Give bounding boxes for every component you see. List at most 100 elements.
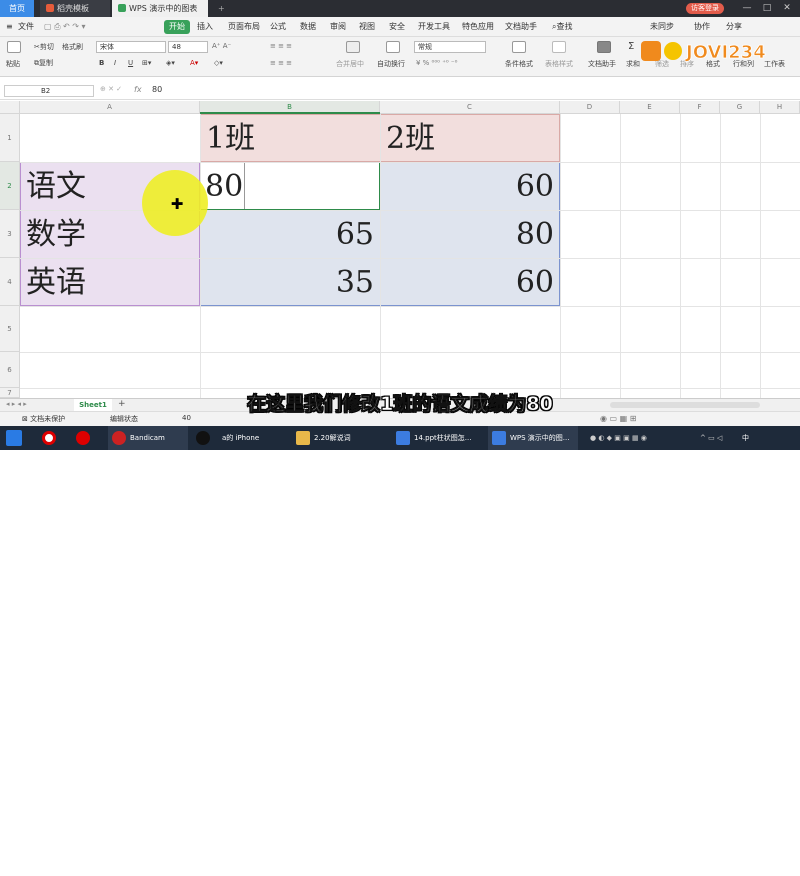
record-button-2[interactable] [76,426,94,450]
number-format-select[interactable]: 常规 [414,41,486,53]
cell-b2-editing[interactable]: 80 [205,172,243,202]
menu-layout[interactable]: 页面布局 [228,20,260,34]
column-header-h[interactable]: H [760,101,800,114]
cell-c2[interactable]: 60 [380,172,554,202]
column-header-g[interactable]: G [720,101,760,114]
sum-icon[interactable]: Σ [628,41,634,52]
sum-button[interactable]: 求和 [626,59,640,69]
new-tab-button[interactable]: + [212,0,225,17]
login-button[interactable]: 访客登录 [686,3,724,14]
tray-icons[interactable]: ● ◐ ◆ ▣ ▣ ▦ ◉ [590,426,647,450]
name-box[interactable]: B2 [4,85,94,97]
menu-dochelper[interactable]: 文档助手 [505,20,537,34]
column-header-e[interactable]: E [620,101,680,114]
taskbar-folder[interactable]: 2.20解说词 [296,426,351,450]
row-header-4[interactable]: 4 [0,258,20,306]
taskbar-ppt[interactable]: 14.ppt柱状图怎... [396,426,471,450]
menu-insert[interactable]: 插入 [197,20,213,34]
cell-c3[interactable]: 80 [380,220,554,250]
menu-view[interactable]: 视图 [359,20,375,34]
cell-b4[interactable]: 35 [200,268,374,298]
taskbar-bandicam[interactable]: Bandicam [108,426,188,450]
clock[interactable]: 20:33 2020/2/21 [755,852,799,876]
row-header-5[interactable]: 5 [0,306,20,352]
menu-find[interactable]: ⌕查找 [552,20,572,34]
taskbar-wps[interactable]: WPS 演示中的图... [488,426,578,450]
menu-share[interactable]: 分享 [726,20,742,34]
column-header-a[interactable]: A [20,101,200,114]
row-header-2[interactable]: 2 [0,162,20,210]
menu-formula[interactable]: 公式 [270,20,286,34]
menu-data[interactable]: 数据 [300,20,316,34]
row-header-3[interactable]: 3 [0,210,20,258]
conditional-format-button[interactable]: 条件格式 [505,59,533,69]
paste-icon[interactable] [7,41,21,53]
taskbar-phone[interactable]: a的 iPhone [222,426,259,450]
column-header-f[interactable]: F [680,101,720,114]
fx-icon[interactable]: fx [134,85,142,94]
copy-button[interactable]: ⧉复制 [34,58,53,68]
quick-access-icons[interactable]: ▢ ⎙ ↶ ↷ ▾ [44,20,86,34]
menu-security[interactable]: 安全 [389,20,405,34]
menu-sync[interactable]: 未同步 [650,20,674,34]
italic-icon[interactable]: I [114,59,116,67]
menu-special[interactable]: 特色应用 [462,20,494,34]
paste-button[interactable]: 粘贴 [6,59,20,69]
menu-review[interactable]: 审阅 [330,20,346,34]
merge-icon[interactable] [346,41,360,53]
formula-icons[interactable]: ⊕ ✕ ✓ [100,85,122,93]
font-color-icon[interactable]: A▾ [190,59,198,67]
fill-color-icon[interactable]: ◈▾ [166,59,175,67]
table-style-button[interactable]: 表格样式 [545,59,573,69]
clear-icon[interactable]: ◇▾ [214,59,223,67]
font-size-select[interactable]: 48 [168,41,208,53]
tab-docer[interactable]: 稻壳模板 [40,0,110,17]
font-size-buttons[interactable]: A⁺ A⁻ [212,42,231,50]
number-format-icons[interactable]: ¥ % ⁰⁰⁰ ⁺⁰ ⁻⁰ [416,59,457,67]
menu-file[interactable]: 文件 [18,20,34,34]
align-left-icons[interactable]: ≡ ≡ ≡ [270,59,292,67]
windows-start-icon[interactable] [6,426,26,450]
cell-a4[interactable]: 英语 [26,268,86,298]
select-all-corner[interactable] [0,101,20,114]
cell-b3[interactable]: 65 [200,220,374,250]
cell-a3[interactable]: 数学 [26,220,86,250]
menu-collab[interactable]: 协作 [694,20,710,34]
tab-home[interactable]: 首页 [0,0,34,17]
table-style-icon[interactable] [552,41,566,53]
cell-b1[interactable]: 1班 [206,124,255,154]
tab-document[interactable]: WPS 演示中的图表 [112,0,208,17]
cell-c1[interactable]: 2班 [386,124,435,154]
close-icon[interactable]: ✕ [780,2,794,15]
conditional-format-icon[interactable] [512,41,526,53]
dochelper-button[interactable]: 文档助手 [588,59,616,69]
dochelper-icon[interactable] [597,41,611,53]
formula-input[interactable]: 80 [152,85,162,94]
cell-a2[interactable]: 语文 [26,172,86,202]
underline-icon[interactable]: U [128,59,133,67]
column-header-d[interactable]: D [560,101,620,114]
hamburger-icon[interactable]: ≡ [6,20,13,34]
row-header-1[interactable]: 1 [0,114,20,162]
minimize-icon[interactable]: — [740,2,754,15]
font-select[interactable]: 宋体 [96,41,166,53]
menu-start[interactable]: 开始 [164,20,190,34]
format-painter-button[interactable]: 格式刷 [62,42,83,52]
column-header-c[interactable]: C [380,101,560,114]
row-header-6[interactable]: 6 [0,352,20,388]
taskbar-qq[interactable] [196,426,214,450]
align-top-icons[interactable]: ≡ ≡ ≡ [270,42,292,50]
merge-button[interactable]: 合并居中 [336,59,364,69]
wrap-icon[interactable] [386,41,400,53]
cut-button[interactable]: ✂剪切 [34,42,54,52]
wrap-button[interactable]: 自动换行 [377,59,405,69]
border-icon[interactable]: ⊞▾ [142,59,151,67]
menu-dev[interactable]: 开发工具 [418,20,450,34]
copy-label: 复制 [39,59,53,67]
maximize-icon[interactable]: □ [760,2,774,15]
bold-icon[interactable]: B [99,59,104,67]
cell-c4[interactable]: 60 [380,268,554,298]
input-language[interactable]: 中 [742,426,749,450]
record-button[interactable] [42,426,60,450]
tray-system-icons[interactable]: ^ ▭ ◁ [700,426,722,450]
